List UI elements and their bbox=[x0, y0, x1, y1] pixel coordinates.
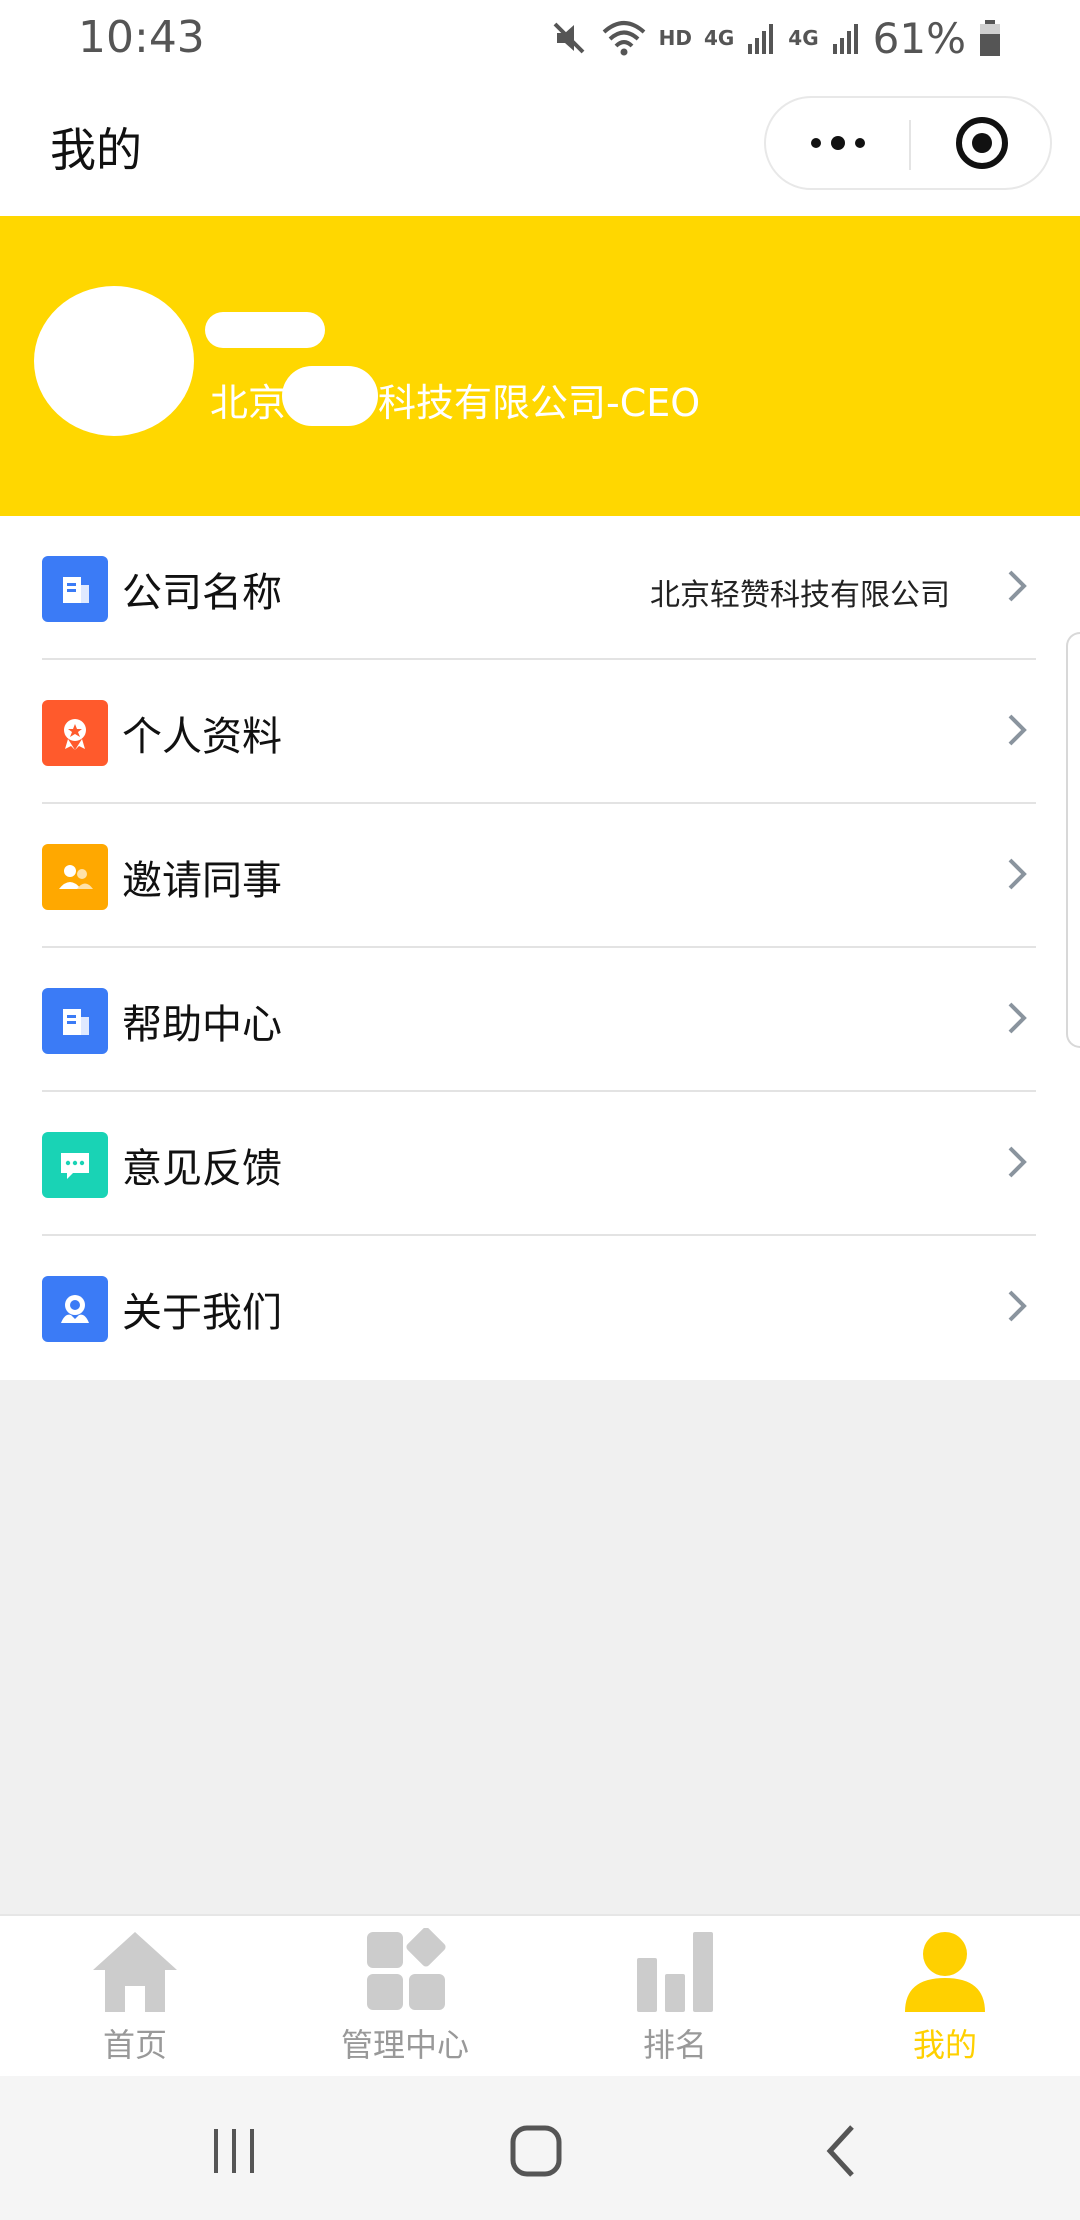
tab-management-center[interactable]: 管理中心 bbox=[270, 1928, 540, 2068]
support-icon bbox=[42, 1276, 108, 1342]
wifi-icon bbox=[602, 21, 645, 56]
status-time: 10:43 bbox=[78, 12, 205, 63]
menu-item-invite-colleagues[interactable]: 邀请同事 bbox=[0, 804, 1080, 948]
chevron-right-icon bbox=[1008, 858, 1027, 890]
menu-item-feedback[interactable]: 意见反馈 bbox=[0, 1092, 1080, 1236]
battery-icon bbox=[980, 20, 1000, 56]
menu-item-about-us[interactable]: 关于我们 bbox=[0, 1236, 1080, 1380]
mini-program-capsule bbox=[764, 96, 1052, 190]
home-nav-button[interactable] bbox=[496, 2116, 576, 2186]
signal-label-1: 4G bbox=[703, 26, 735, 50]
chevron-right-icon bbox=[1008, 714, 1027, 746]
signal-label-2: 4G bbox=[788, 26, 819, 50]
tab-mine[interactable]: 我的 bbox=[810, 1928, 1080, 2068]
tab-bar: 首页 管理中心 排名 我的 bbox=[0, 1914, 1080, 2076]
grid-icon bbox=[367, 1928, 446, 2010]
side-drawer-handle[interactable] bbox=[1066, 632, 1080, 1048]
mute-icon bbox=[553, 22, 585, 54]
menu-item-label: 邀请同事 bbox=[122, 858, 282, 904]
menu-list: 公司名称 北京轻赞科技有限公司 个人资料 邀请同事 帮助中心 意见反馈 关于我们 bbox=[0, 516, 1080, 1380]
profile-banner[interactable]: 北京 科技有限公司-CEO bbox=[0, 216, 1080, 516]
company-role-suffix: 科技有限公司-CEO bbox=[378, 381, 701, 425]
people-icon bbox=[42, 844, 108, 910]
back-button[interactable] bbox=[800, 2116, 880, 2186]
chevron-right-icon bbox=[1008, 1146, 1027, 1178]
tab-home[interactable]: 首页 bbox=[0, 1928, 270, 2068]
battery-percent: 61% bbox=[872, 13, 966, 63]
menu-item-label: 意见反馈 bbox=[122, 1146, 282, 1192]
status-icons: HD 4G 4G 61% bbox=[549, 10, 1002, 66]
signal-icon bbox=[832, 24, 858, 54]
chevron-right-icon bbox=[1008, 1002, 1027, 1034]
tab-label: 管理中心 bbox=[340, 2026, 469, 2064]
building-icon bbox=[42, 988, 108, 1054]
menu-item-profile[interactable]: 个人资料 bbox=[0, 660, 1080, 804]
redaction-mark bbox=[282, 366, 378, 426]
chevron-right-icon bbox=[1008, 1290, 1027, 1322]
menu-item-help-center[interactable]: 帮助中心 bbox=[0, 948, 1080, 1092]
chevron-right-icon bbox=[1008, 570, 1027, 602]
bar-chart-icon bbox=[637, 1932, 713, 2012]
tab-label: 排名 bbox=[642, 2026, 707, 2064]
user-name-redacted bbox=[205, 312, 325, 348]
more-dots-icon bbox=[810, 136, 865, 150]
chat-icon bbox=[42, 1132, 108, 1198]
avatar[interactable] bbox=[34, 286, 194, 436]
more-button[interactable] bbox=[766, 98, 909, 188]
badge-icon bbox=[42, 700, 108, 766]
menu-item-value: 北京轻赞科技有限公司 bbox=[650, 578, 950, 613]
tab-label: 我的 bbox=[912, 2026, 977, 2064]
menu-item-label: 帮助中心 bbox=[122, 1002, 282, 1048]
page-title: 我的 bbox=[50, 123, 142, 177]
home-square-icon bbox=[510, 2125, 562, 2177]
close-mini-program-button[interactable] bbox=[911, 98, 1052, 188]
tab-label: 首页 bbox=[102, 2026, 167, 2064]
recent-apps-button[interactable] bbox=[194, 2116, 274, 2186]
tab-ranking[interactable]: 排名 bbox=[540, 1928, 810, 2068]
menu-item-label: 公司名称 bbox=[122, 570, 282, 616]
target-icon bbox=[955, 117, 1008, 169]
status-bar: 10:43 HD 4G 4G 61% bbox=[0, 0, 1080, 74]
hd-indicator: HD bbox=[658, 26, 692, 50]
person-icon bbox=[905, 1932, 985, 2012]
nav-bar: 我的 bbox=[0, 74, 1080, 216]
menu-item-label: 关于我们 bbox=[122, 1290, 282, 1336]
empty-area bbox=[0, 1380, 1080, 1914]
home-icon bbox=[93, 1932, 177, 2012]
signal-icon bbox=[748, 24, 774, 54]
recent-apps-icon bbox=[214, 2129, 254, 2173]
system-nav-bar bbox=[0, 2076, 1080, 2220]
back-arrow-icon bbox=[826, 2125, 854, 2177]
company-role-prefix: 北京 bbox=[210, 381, 287, 425]
menu-item-company-name[interactable]: 公司名称 北京轻赞科技有限公司 bbox=[0, 516, 1080, 660]
building-icon bbox=[42, 556, 108, 622]
menu-item-label: 个人资料 bbox=[122, 714, 282, 760]
